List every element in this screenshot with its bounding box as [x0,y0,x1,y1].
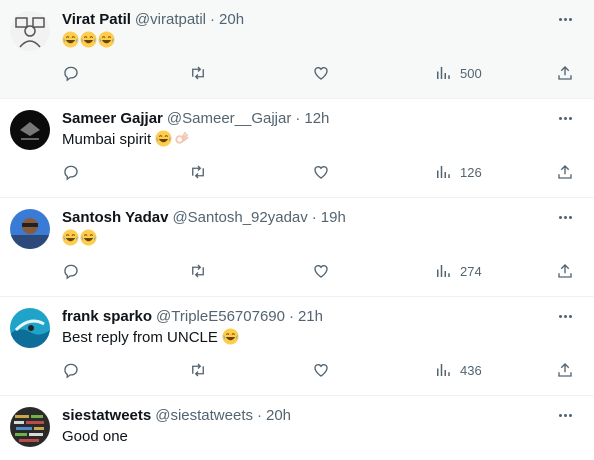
tweet-text: Good one [62,427,578,447]
share-button[interactable] [556,358,574,382]
author-name[interactable]: frank sparko [62,307,152,327]
views-button[interactable]: 274 [434,259,482,283]
more-options-icon[interactable] [554,108,576,128]
like-button[interactable] [312,160,330,184]
share-icon [558,264,572,278]
avatar[interactable] [10,11,50,51]
share-button[interactable] [556,259,574,283]
more-options-icon[interactable] [554,207,576,227]
reply-icon [64,363,78,379]
laughing-emoji-icon [80,229,97,246]
avatar[interactable] [10,110,50,150]
timestamp[interactable]: 19h [321,208,346,228]
author-name[interactable]: Virat Patil [62,10,131,30]
repost-button[interactable] [189,358,207,382]
reply-button[interactable] [62,160,80,184]
reply-icon [64,66,78,82]
tweet[interactable]: Santosh Yadav @Santosh_92yadav · 19h 274 [0,198,594,297]
views-icon [437,265,450,277]
views-icon [437,166,450,178]
share-icon [558,363,572,377]
repost-button[interactable] [189,61,207,85]
ok-hand-emoji-icon [175,131,189,144]
timestamp[interactable]: 20h [266,406,291,426]
share-icon [558,66,572,80]
repost-icon [192,66,204,80]
laughing-emoji-icon [98,31,115,48]
views-button[interactable]: 500 [434,61,482,85]
heart-icon [314,265,328,278]
view-count: 274 [460,263,482,279]
laughing-emoji-icon [80,31,97,48]
like-button[interactable] [312,259,330,283]
timestamp[interactable]: 21h [298,307,323,327]
tweet-actions: 436 [62,358,576,392]
avatar[interactable] [10,308,50,348]
laughing-emoji-icon [222,328,239,345]
more-options-icon[interactable] [554,9,576,29]
tweet-text: Mumbai spirit [62,130,578,150]
share-button[interactable] [556,61,574,85]
views-button[interactable]: 436 [434,358,482,382]
tweet-text-content: Good one [62,428,128,445]
reply-button[interactable] [62,259,80,283]
reply-button[interactable] [62,61,80,85]
tweet-text: Best reply from UNCLE [62,328,578,348]
view-count: 436 [460,362,482,378]
timestamp[interactable]: 12h [304,109,329,129]
like-button[interactable] [312,358,330,382]
laughing-emoji-icon [155,130,172,147]
author-name[interactable]: Santosh Yadav [62,208,168,228]
author-handle[interactable]: @siestatweets [155,406,253,426]
tweet[interactable]: frank sparko @TripleE56707690 · 21h Best… [0,297,594,396]
more-options-icon[interactable] [554,306,576,326]
like-button[interactable] [312,61,330,85]
reply-icon [64,165,78,181]
tweet-text-content: Best reply from UNCLE [62,329,223,346]
author-name[interactable]: Sameer Gajjar [62,109,163,129]
heart-icon [314,166,328,179]
share-icon [558,165,572,179]
timestamp[interactable]: 20h [219,10,244,30]
separator: · [295,110,301,127]
repost-button[interactable] [189,259,207,283]
heart-icon [314,364,328,377]
separator: · [288,308,294,325]
author-handle[interactable]: @viratpatil [135,10,206,30]
tweet-text-content: Mumbai spirit [62,131,156,148]
separator: · [256,407,262,424]
view-count: 500 [460,65,482,81]
repost-icon [192,264,204,278]
more-options-icon[interactable] [554,405,576,425]
tweet[interactable]: Virat Patil @viratpatil · 20h 500 [0,0,594,99]
reply-icon [64,264,78,280]
tweet-actions: 126 [62,160,576,194]
repost-icon [192,363,204,377]
author-handle[interactable]: @TripleE56707690 [156,307,285,327]
avatar[interactable] [10,209,50,249]
tweet-actions: 500 [62,61,576,95]
repost-button[interactable] [189,160,207,184]
separator: · [311,209,317,226]
view-count: 126 [460,164,482,180]
author-handle[interactable]: @Sameer__Gajjar [167,109,291,129]
separator: · [210,11,216,28]
views-icon [437,67,450,79]
tweet[interactable]: Sameer Gajjar @Sameer__Gajjar · 12h Mumb… [0,99,594,198]
author-handle[interactable]: @Santosh_92yadav [172,208,307,228]
views-button[interactable]: 126 [434,160,482,184]
share-button[interactable] [556,160,574,184]
avatar[interactable] [10,407,50,447]
tweet[interactable]: siestatweets @siestatweets · 20h Good on… [0,396,594,460]
tweet-text [62,229,578,249]
laughing-emoji-icon [62,229,79,246]
author-name[interactable]: siestatweets [62,406,151,426]
laughing-emoji-icon [62,31,79,48]
reply-button[interactable] [62,358,80,382]
views-icon [437,364,450,376]
repost-icon [192,165,204,179]
tweet-actions: 274 [62,259,576,293]
heart-icon [314,67,328,80]
tweet-text [62,31,578,51]
